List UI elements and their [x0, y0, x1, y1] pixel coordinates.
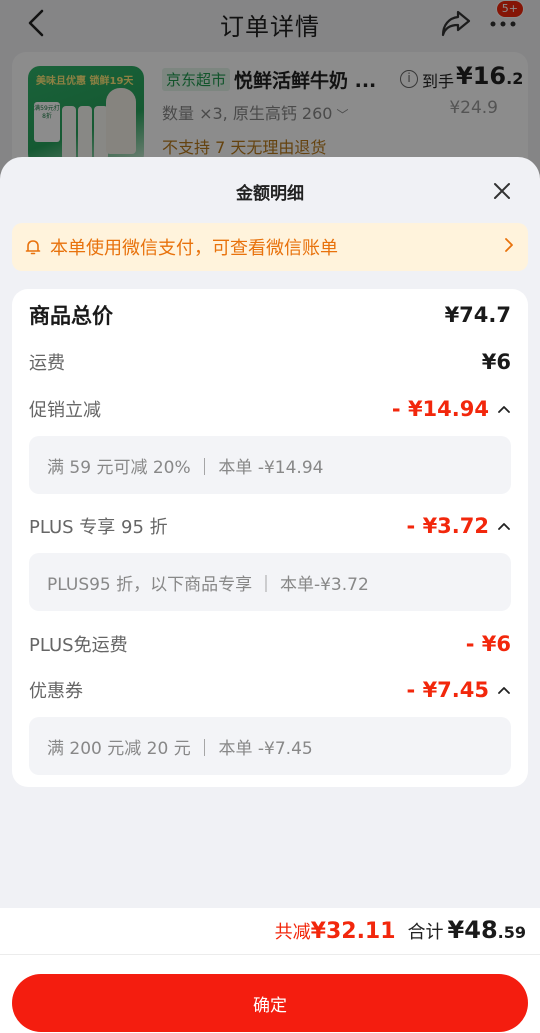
- row-label: PLUS免运费: [29, 635, 128, 656]
- total-label: 合计: [407, 922, 444, 943]
- row-value: ¥74.7: [444, 303, 511, 327]
- row-value: ¥6: [481, 350, 511, 374]
- row-label: 商品总价: [29, 304, 113, 328]
- amount-detail-sheet: 金额明细 本单使用微信支付，可查看微信账单 商品总价 ¥74.7 运费 ¥6 促…: [0, 157, 540, 1033]
- row-total-goods: 商品总价 ¥74.7: [29, 299, 511, 331]
- total-value-dec: .59: [497, 923, 526, 942]
- chevron-up-icon[interactable]: [497, 404, 511, 414]
- row-plus-free-shipping: PLUS免运费 - ¥6: [29, 628, 511, 660]
- row-promotion[interactable]: 促销立减 - ¥14.94: [29, 393, 511, 425]
- chevron-up-icon[interactable]: [497, 685, 511, 695]
- row-coupon[interactable]: 优惠券 - ¥7.45: [29, 674, 511, 706]
- row-value: - ¥14.94: [392, 397, 511, 421]
- row-value-text: - ¥7.45: [406, 678, 489, 702]
- coupon-detail: 满 200 元减 20 元 ｜ 本单 -¥7.45: [29, 717, 511, 775]
- row-label: 促销立减: [29, 400, 101, 421]
- row-value: - ¥6: [465, 632, 511, 656]
- summary-line: 共减 ¥32.11 合计 ¥48 .59: [275, 916, 526, 944]
- wechat-pay-notice[interactable]: 本单使用微信支付，可查看微信账单: [12, 223, 528, 271]
- row-label: PLUS 专享 95 折: [29, 517, 168, 538]
- bell-icon: [25, 240, 41, 255]
- row-plus-discount[interactable]: PLUS 专享 95 折 - ¥3.72: [29, 510, 511, 542]
- amount-breakdown-card: 商品总价 ¥74.7 运费 ¥6 促销立减 - ¥14.94 满 59 元可减 …: [12, 289, 528, 787]
- divider: [0, 954, 540, 955]
- close-icon[interactable]: [492, 181, 512, 201]
- notice-text: 本单使用微信支付，可查看微信账单: [50, 238, 338, 259]
- row-shipping: 运费 ¥6: [29, 346, 511, 378]
- row-value-text: - ¥3.72: [406, 514, 489, 538]
- overlay-mask[interactable]: [0, 0, 540, 180]
- plus-discount-detail: PLUS95 折，以下商品专享 ｜ 本单-¥3.72: [29, 553, 511, 611]
- sheet-footer: 共减 ¥32.11 合计 ¥48 .59 确定: [0, 908, 540, 1033]
- total-discount-value: ¥32.11: [310, 919, 396, 944]
- row-label: 优惠券: [29, 681, 83, 702]
- confirm-button[interactable]: 确定: [12, 974, 528, 1032]
- chevron-right-icon: [505, 238, 513, 252]
- total-value-int: ¥48: [447, 916, 498, 944]
- total-discount-label: 共减: [274, 922, 311, 943]
- promotion-detail: 满 59 元可减 20% ｜ 本单 -¥14.94: [29, 436, 511, 494]
- chevron-up-icon[interactable]: [497, 521, 511, 531]
- row-label: 运费: [29, 353, 65, 374]
- sheet-header: 金额明细: [0, 157, 540, 223]
- row-value: - ¥3.72: [407, 514, 511, 538]
- row-value: - ¥7.45: [407, 678, 511, 702]
- sheet-title: 金额明细: [236, 184, 304, 204]
- row-value-text: - ¥14.94: [391, 397, 489, 421]
